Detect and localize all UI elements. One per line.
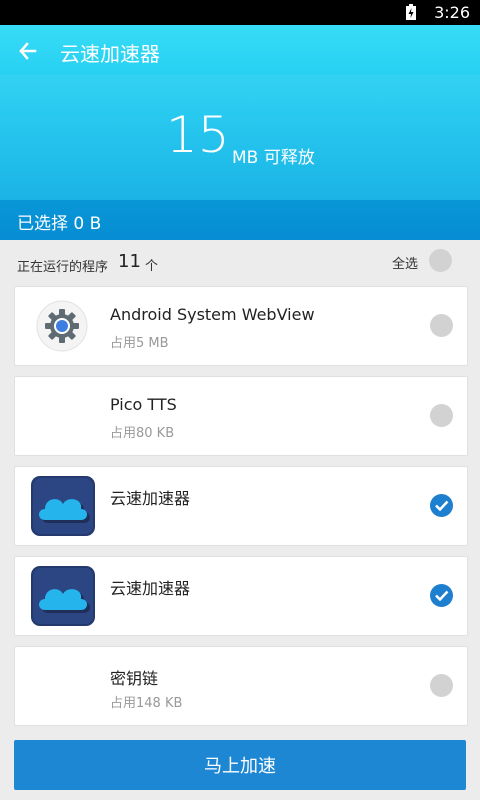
page-title: 云速加速器 — [60, 42, 160, 66]
running-label: 正在运行的程序 — [17, 260, 109, 275]
selected-size-text: 已选择 0 B — [17, 214, 102, 234]
app-size: 占用80 KB — [110, 426, 175, 441]
app-checkbox[interactable] — [430, 674, 453, 697]
app-checkbox[interactable] — [430, 314, 453, 337]
bottom-action-area: 马上加速 — [0, 730, 480, 800]
app-list-item[interactable]: Android System WebView 占用5 MB — [14, 286, 468, 366]
app-size: 占用148 KB — [110, 696, 183, 711]
app-toolbar: 云速加速器 — [0, 25, 480, 75]
app-name: Android System WebView — [110, 305, 315, 324]
select-all-checkbox[interactable] — [429, 249, 452, 272]
app-list-item[interactable]: Pico TTS 占用80 KB — [14, 376, 468, 456]
app-name: Pico TTS — [110, 395, 177, 414]
accelerate-button[interactable]: 马上加速 — [14, 740, 466, 790]
app-name: 云速加速器 — [110, 579, 191, 598]
checkmark-icon — [435, 500, 449, 512]
hero-summary-band — [0, 75, 480, 200]
hero-panel: 云速加速器 15 MB 可释放 已选择 0 B — [0, 25, 480, 240]
app-list-item[interactable]: 云速加速器 — [14, 466, 468, 546]
back-button[interactable] — [10, 33, 46, 69]
app-list-item[interactable]: 密钥链 占用148 KB — [14, 646, 468, 726]
status-bar: 3:26 — [0, 0, 480, 25]
freeable-value: 15 — [166, 106, 230, 164]
running-count: 11 — [118, 251, 141, 272]
freeable-unit: MB 可释放 — [232, 148, 315, 168]
app-list-item[interactable]: 云速加速器 — [14, 556, 468, 636]
app-checkbox[interactable] — [430, 584, 453, 607]
select-all-label: 全选 — [392, 257, 419, 272]
app-checkbox[interactable] — [430, 404, 453, 427]
app-name: 云速加速器 — [110, 489, 191, 508]
back-arrow-icon — [19, 42, 37, 60]
app-checkbox[interactable] — [430, 494, 453, 517]
cloud-app-icon — [31, 566, 95, 626]
app-name: 密钥链 — [110, 669, 159, 688]
running-header: 正在运行的程序 11 个 全选 — [0, 240, 480, 286]
battery-charging-icon — [406, 4, 416, 20]
checkmark-icon — [435, 590, 449, 602]
app-size: 占用5 MB — [110, 336, 169, 351]
webview-gear-icon — [33, 297, 91, 355]
cloud-app-icon — [31, 476, 95, 536]
status-time: 3:26 — [434, 3, 470, 22]
running-unit: 个 — [145, 259, 159, 274]
selected-size-bar: 已选择 0 B — [0, 200, 480, 240]
